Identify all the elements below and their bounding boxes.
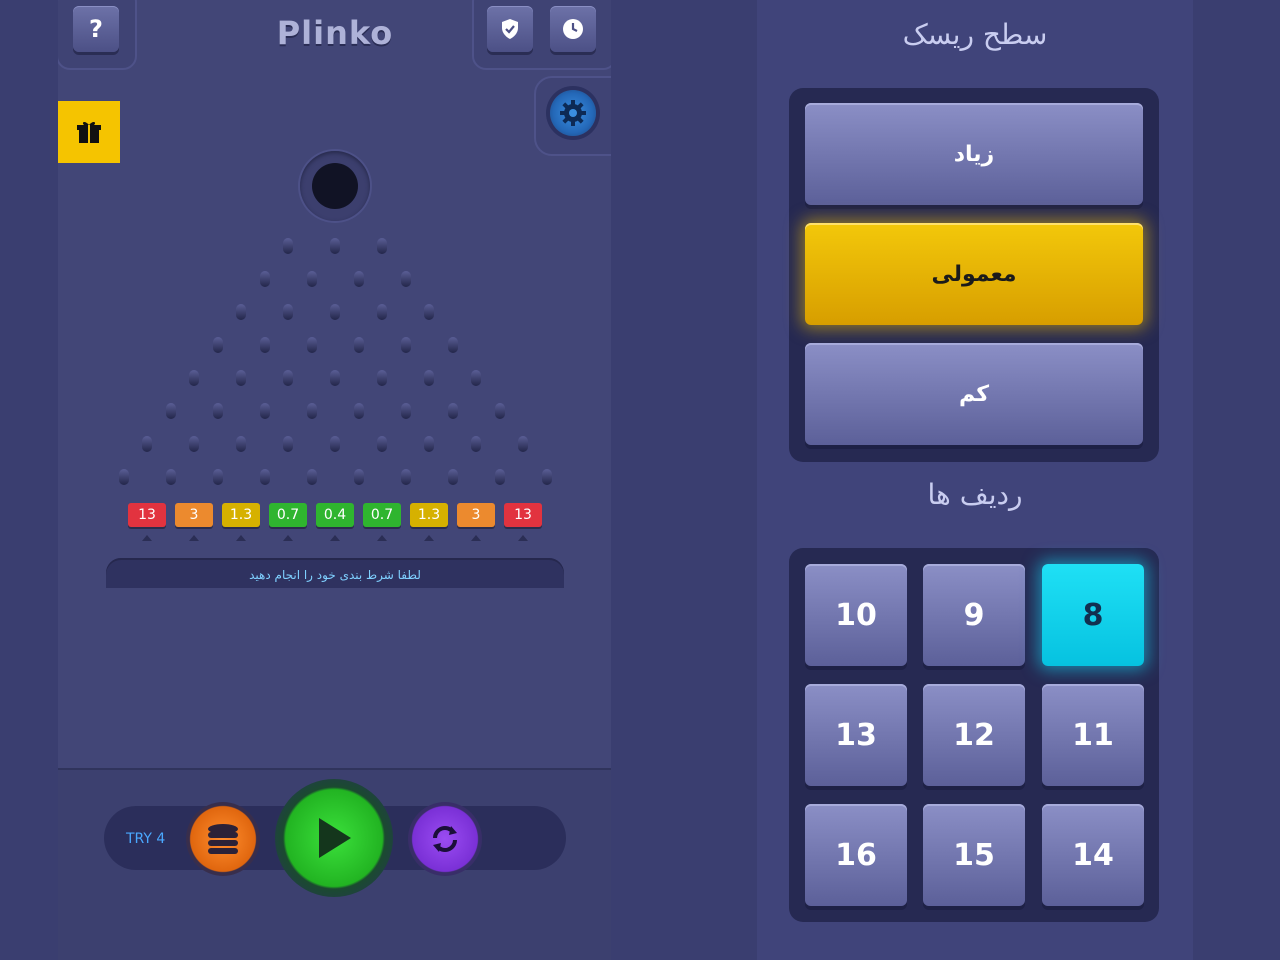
row-option-13[interactable]: 13 (805, 684, 907, 786)
play-button[interactable] (275, 779, 393, 897)
row-option-15[interactable]: 15 (923, 804, 1025, 906)
multiplier-bucket: 3 (457, 503, 495, 527)
risk-level-title: سطح ریسک (902, 18, 1048, 51)
multiplier-bucket: 3 (175, 503, 213, 527)
row-option-label: 13 (835, 717, 877, 753)
multiplier-bucket: 1.3 (410, 503, 448, 527)
row-option-10[interactable]: 10 (805, 564, 907, 666)
settings-panel: سطح ریسک زیاد معمولی کم ردیف ها 10 9 8 1… (757, 0, 1193, 960)
row-option-11[interactable]: 11 (1042, 684, 1144, 786)
try-counter: TRY 4 (126, 831, 166, 847)
row-option-label: 15 (953, 837, 995, 873)
rows-title: ردیف ها (927, 478, 1023, 511)
bucket-marker (189, 535, 199, 541)
bet-amount-button[interactable] (186, 802, 260, 876)
plinko-game-panel: ? Plinko 13 3 1.3 0.7 0.4 0.7 1.3 3 13 ل… (58, 0, 611, 960)
bucket-marker (424, 535, 434, 541)
risk-option-normal[interactable]: معمولی (805, 223, 1143, 325)
risk-option-high[interactable]: زیاد (805, 103, 1143, 205)
bucket-marker (377, 535, 387, 541)
risk-option-label: زیاد (953, 141, 995, 167)
row-option-label: 10 (835, 597, 877, 633)
play-icon (319, 818, 351, 858)
risk-option-label: معمولی (931, 261, 1017, 287)
risk-option-label: کم (958, 381, 990, 407)
multiplier-bucket: 0.4 (316, 503, 354, 527)
multiplier-bucket: 0.7 (363, 503, 401, 527)
row-option-label: 12 (953, 717, 995, 753)
row-option-16[interactable]: 16 (805, 804, 907, 906)
multiplier-bucket: 1.3 (222, 503, 260, 527)
bucket-marker (471, 535, 481, 541)
multiplier-bucket: 0.7 (269, 503, 307, 527)
status-message: لطفا شرط بندی خود را انجام دهید (106, 558, 564, 588)
row-option-label: 11 (1072, 717, 1114, 753)
row-option-8[interactable]: 8 (1042, 564, 1144, 666)
bucket-marker (142, 535, 152, 541)
row-option-label: 8 (1082, 597, 1104, 633)
risk-level-group: زیاد معمولی کم (789, 88, 1159, 462)
bucket-marker (518, 535, 528, 541)
multiplier-row: 13 3 1.3 0.7 0.4 0.7 1.3 3 13 (58, 0, 611, 560)
coin-stack-icon (208, 824, 238, 854)
row-option-14[interactable]: 14 (1042, 804, 1144, 906)
row-option-label: 16 (835, 837, 877, 873)
row-option-9[interactable]: 9 (923, 564, 1025, 666)
bucket-marker (330, 535, 340, 541)
risk-option-low[interactable]: کم (805, 343, 1143, 445)
rows-group: 10 9 8 13 12 11 16 15 14 (789, 548, 1159, 922)
row-option-12[interactable]: 12 (923, 684, 1025, 786)
bucket-marker (283, 535, 293, 541)
auto-play-button[interactable] (408, 802, 482, 876)
row-option-label: 14 (1072, 837, 1114, 873)
bucket-marker (236, 535, 246, 541)
refresh-icon (433, 826, 457, 852)
multiplier-bucket: 13 (128, 503, 166, 527)
row-option-label: 9 (963, 597, 985, 633)
multiplier-bucket: 13 (504, 503, 542, 527)
